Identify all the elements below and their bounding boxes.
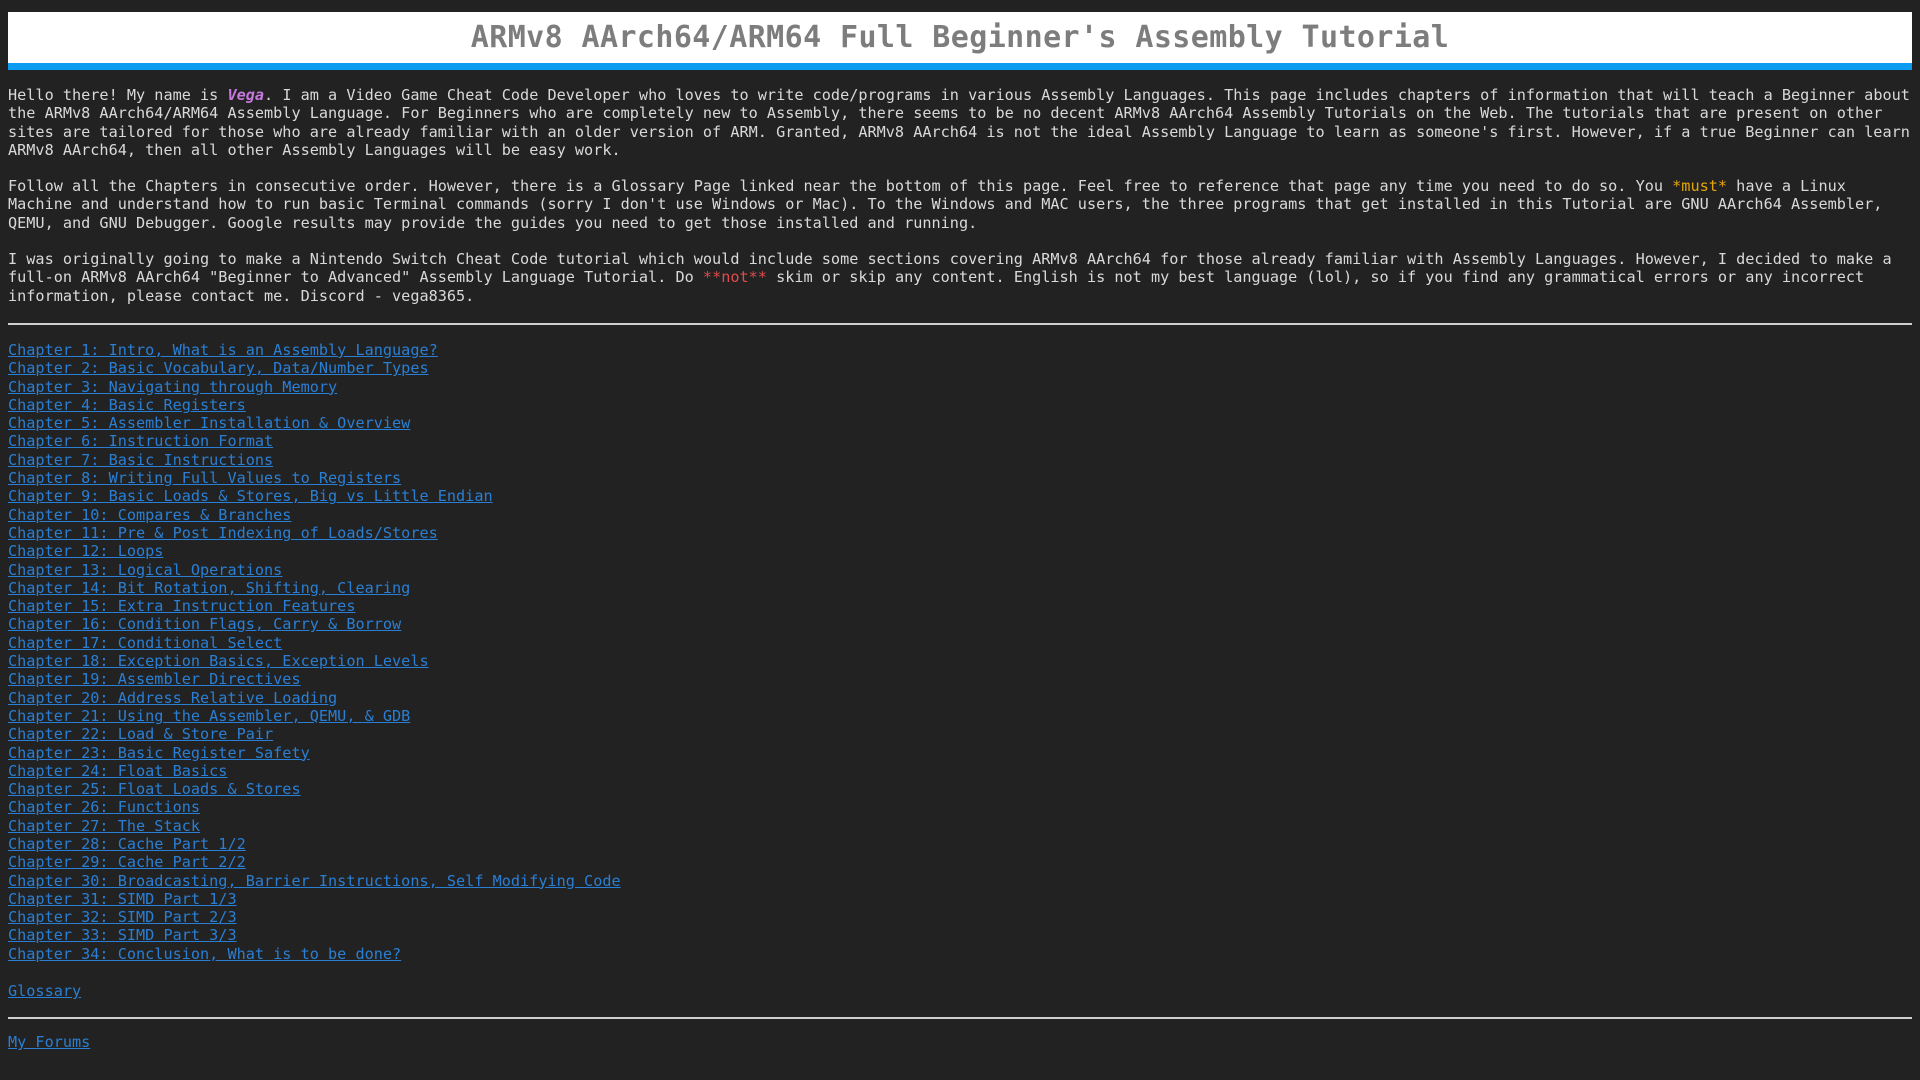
must-highlight: *must* <box>1672 177 1728 196</box>
chapter-link-7[interactable]: Chapter 7: Basic Instructions <box>8 451 273 469</box>
paragraph-1-text-after: . I am a Video Game Cheat Code Developer… <box>8 86 1920 159</box>
chapter-link-3[interactable]: Chapter 3: Navigating through Memory <box>8 378 337 396</box>
chapter-link-8[interactable]: Chapter 8: Writing Full Values to Regist… <box>8 469 401 487</box>
chapter-link-row: Chapter 2: Basic Vocabulary, Data/Number… <box>8 359 1912 377</box>
chapter-link-row: Chapter 22: Load & Store Pair <box>8 725 1912 743</box>
chapter-link-row: Chapter 14: Bit Rotation, Shifting, Clea… <box>8 579 1912 597</box>
chapter-link-row: Chapter 9: Basic Loads & Stores, Big vs … <box>8 487 1912 505</box>
chapter-link-23[interactable]: Chapter 23: Basic Register Safety <box>8 744 310 762</box>
chapter-link-31[interactable]: Chapter 31: SIMD Part 1/3 <box>8 890 237 908</box>
chapter-link-9[interactable]: Chapter 9: Basic Loads & Stores, Big vs … <box>8 487 493 505</box>
paragraph-1-text-before: Hello there! My name is <box>8 86 228 104</box>
author-name-highlight: Vega <box>227 86 265 104</box>
chapter-link-row: Chapter 13: Logical Operations <box>8 561 1912 579</box>
chapter-link-row: Chapter 32: SIMD Part 2/3 <box>8 908 1912 926</box>
chapter-link-21[interactable]: Chapter 21: Using the Assembler, QEMU, &… <box>8 707 410 725</box>
forums-row: My Forums <box>0 1033 1920 1051</box>
paragraph-spacer-2 <box>8 232 1912 250</box>
chapter-link-row: Chapter 26: Functions <box>8 798 1912 816</box>
chapter-link-17[interactable]: Chapter 17: Conditional Select <box>8 634 282 652</box>
chapter-link-2[interactable]: Chapter 2: Basic Vocabulary, Data/Number… <box>8 359 429 377</box>
chapter-link-6[interactable]: Chapter 6: Instruction Format <box>8 432 273 450</box>
chapter-link-12[interactable]: Chapter 12: Loops <box>8 542 163 560</box>
intro-paragraph-1: Hello there! My name is Vega. I am a Vid… <box>8 86 1912 159</box>
chapter-link-20[interactable]: Chapter 20: Address Relative Loading <box>8 689 337 707</box>
chapter-link-row: Chapter 20: Address Relative Loading <box>8 689 1912 707</box>
chapter-link-10[interactable]: Chapter 10: Compares & Branches <box>8 506 291 524</box>
chapter-link-33[interactable]: Chapter 33: SIMD Part 3/3 <box>8 926 237 944</box>
chapter-link-13[interactable]: Chapter 13: Logical Operations <box>8 561 282 579</box>
chapter-link-30[interactable]: Chapter 30: Broadcasting, Barrier Instru… <box>8 872 621 890</box>
paragraph-2-text-before: Follow all the Chapters in consecutive o… <box>8 177 1673 196</box>
chapter-link-1[interactable]: Chapter 1: Intro, What is an Assembly La… <box>8 341 438 359</box>
chapter-link-row: Chapter 7: Basic Instructions <box>8 451 1912 469</box>
chapter-link-5[interactable]: Chapter 5: Assembler Installation & Over… <box>8 414 410 432</box>
paragraph-spacer-1 <box>8 159 1912 177</box>
chapter-link-row: Chapter 30: Broadcasting, Barrier Instru… <box>8 872 1912 890</box>
chapter-link-row: Chapter 17: Conditional Select <box>8 634 1912 652</box>
my-forums-link[interactable]: My Forums <box>8 1033 90 1051</box>
chapter-link-row: Chapter 33: SIMD Part 3/3 <box>8 926 1912 944</box>
chapter-link-row: Chapter 23: Basic Register Safety <box>8 744 1912 762</box>
chapter-link-list: Chapter 1: Intro, What is an Assembly La… <box>0 341 1920 963</box>
chapter-link-22[interactable]: Chapter 22: Load & Store Pair <box>8 725 273 743</box>
not-highlight: **not** <box>702 268 767 287</box>
chapter-link-row: Chapter 15: Extra Instruction Features <box>8 597 1912 615</box>
chapter-link-row: Chapter 11: Pre & Post Indexing of Loads… <box>8 524 1912 542</box>
intro-section: Hello there! My name is Vega. I am a Vid… <box>0 86 1920 305</box>
chapter-link-15[interactable]: Chapter 15: Extra Instruction Features <box>8 597 355 615</box>
chapter-link-row: Chapter 10: Compares & Branches <box>8 506 1912 524</box>
chapter-link-row: Chapter 19: Assembler Directives <box>8 670 1912 688</box>
chapter-link-row: Chapter 29: Cache Part 2/2 <box>8 853 1912 871</box>
chapter-link-row: Chapter 18: Exception Basics, Exception … <box>8 652 1912 670</box>
chapter-link-row: Chapter 12: Loops <box>8 542 1912 560</box>
chapter-link-26[interactable]: Chapter 26: Functions <box>8 798 200 816</box>
chapter-link-row: Chapter 28: Cache Part 1/2 <box>8 835 1912 853</box>
chapter-link-18[interactable]: Chapter 18: Exception Basics, Exception … <box>8 652 429 670</box>
divider-above-forums <box>8 1017 1912 1020</box>
chapter-link-11[interactable]: Chapter 11: Pre & Post Indexing of Loads… <box>8 524 438 542</box>
chapter-link-28[interactable]: Chapter 28: Cache Part 1/2 <box>8 835 246 853</box>
page-header-banner: ARMv8 AArch64/ARM64 Full Beginner's Asse… <box>8 12 1912 70</box>
chapter-link-row: Chapter 1: Intro, What is an Assembly La… <box>8 341 1912 359</box>
chapter-link-27[interactable]: Chapter 27: The Stack <box>8 817 200 835</box>
chapter-link-16[interactable]: Chapter 16: Condition Flags, Carry & Bor… <box>8 615 401 633</box>
chapter-link-row: Chapter 4: Basic Registers <box>8 396 1912 414</box>
chapter-link-row: Chapter 31: SIMD Part 1/3 <box>8 890 1912 908</box>
chapter-link-row: Chapter 27: The Stack <box>8 817 1912 835</box>
chapter-link-34[interactable]: Chapter 34: Conclusion, What is to be do… <box>8 945 401 963</box>
chapter-link-row: Chapter 24: Float Basics <box>8 762 1912 780</box>
chapter-link-row: Chapter 16: Condition Flags, Carry & Bor… <box>8 615 1912 633</box>
intro-paragraph-3: I was originally going to make a Nintend… <box>8 250 1912 305</box>
chapter-link-row: Chapter 5: Assembler Installation & Over… <box>8 414 1912 432</box>
divider-above-chapters <box>8 322 1912 325</box>
chapter-link-19[interactable]: Chapter 19: Assembler Directives <box>8 670 301 688</box>
glossary-link[interactable]: Glossary <box>8 982 81 1000</box>
chapter-link-32[interactable]: Chapter 32: SIMD Part 2/3 <box>8 908 237 926</box>
chapter-link-29[interactable]: Chapter 29: Cache Part 2/2 <box>8 853 246 871</box>
chapter-link-row: Chapter 8: Writing Full Values to Regist… <box>8 469 1912 487</box>
glossary-row: Glossary <box>0 982 1920 1000</box>
header-spacer <box>0 70 1920 86</box>
chapter-link-row: Chapter 6: Instruction Format <box>8 432 1912 450</box>
chapter-link-14[interactable]: Chapter 14: Bit Rotation, Shifting, Clea… <box>8 579 410 597</box>
chapter-link-row: Chapter 34: Conclusion, What is to be do… <box>8 945 1912 963</box>
intro-paragraph-2: Follow all the Chapters in consecutive o… <box>8 177 1912 232</box>
chapter-list-spacer <box>0 963 1920 982</box>
chapter-link-25[interactable]: Chapter 25: Float Loads & Stores <box>8 780 301 798</box>
chapter-link-4[interactable]: Chapter 4: Basic Registers <box>8 396 246 414</box>
chapter-link-row: Chapter 25: Float Loads & Stores <box>8 780 1912 798</box>
chapter-link-row: Chapter 21: Using the Assembler, QEMU, &… <box>8 707 1912 725</box>
chapter-link-row: Chapter 3: Navigating through Memory <box>8 378 1912 396</box>
chapter-link-24[interactable]: Chapter 24: Float Basics <box>8 762 227 780</box>
page-title: ARMv8 AArch64/ARM64 Full Beginner's Asse… <box>470 20 1450 55</box>
